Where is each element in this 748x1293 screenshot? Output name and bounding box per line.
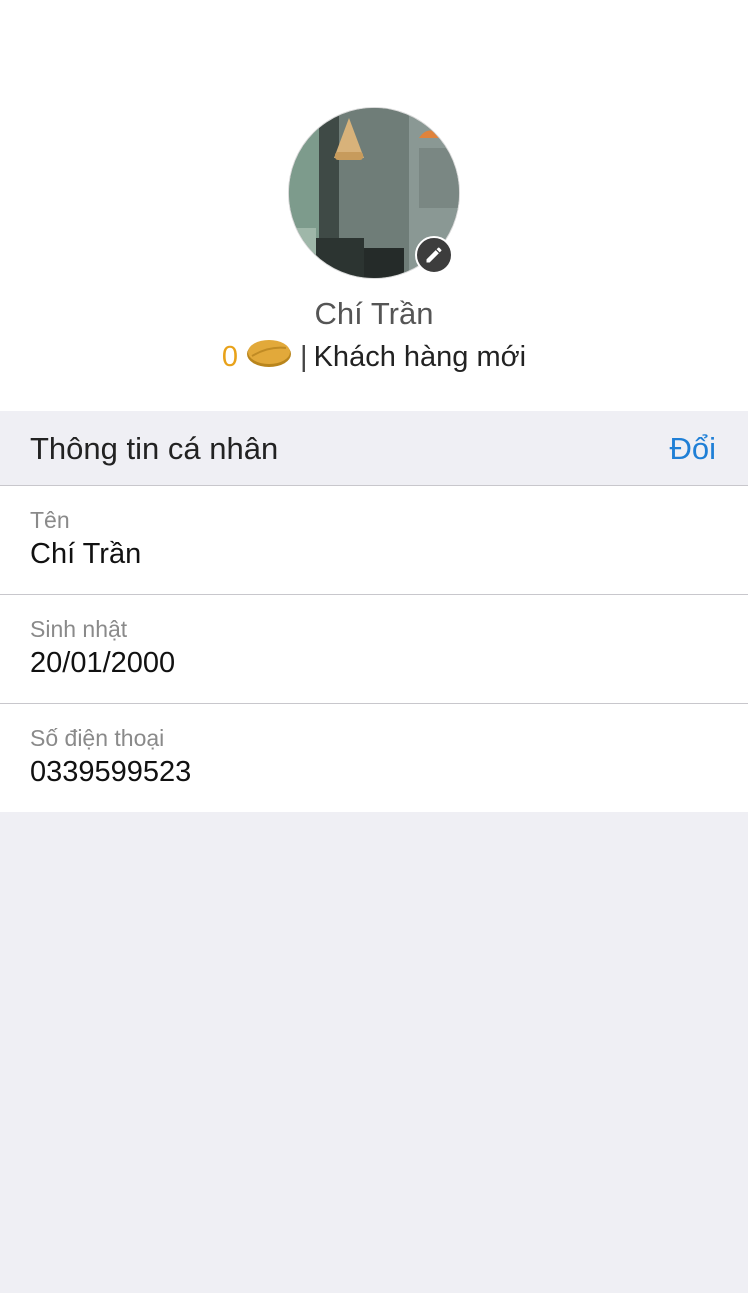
edit-avatar-button[interactable] xyxy=(415,236,453,274)
phone-row: Số điện thoại 0339599523 xyxy=(0,704,748,812)
profile-header: Chí Trần 0 | Khách hàng mới xyxy=(0,0,748,411)
change-button[interactable]: Đổi xyxy=(669,431,716,467)
birthday-label: Sinh nhật xyxy=(30,616,128,642)
personal-info-list: Tên Chí Trần Sinh nhật 20/01/2000 Số điệ… xyxy=(0,486,748,812)
points-value: 0 xyxy=(221,340,239,373)
birthday-row: Sinh nhật 20/01/2000 xyxy=(0,595,748,704)
name-label: Tên xyxy=(30,507,70,533)
name-row: Tên Chí Trần xyxy=(0,486,748,595)
user-name: Chí Trần xyxy=(314,296,434,331)
avatar-container xyxy=(288,107,460,279)
section-title: Thông tin cá nhân xyxy=(30,431,279,466)
pencil-icon xyxy=(426,247,442,263)
phone-value: 0339599523 xyxy=(30,756,192,788)
separator: | xyxy=(300,340,308,373)
membership-row: 0 | Khách hàng mới xyxy=(0,338,748,376)
name-value: Chí Trần xyxy=(30,538,142,570)
birthday-value: 20/01/2000 xyxy=(30,647,176,679)
phone-label: Số điện thoại xyxy=(30,725,165,751)
personal-info-header: Thông tin cá nhân Đổi xyxy=(0,411,748,486)
membership-status: Khách hàng mới xyxy=(313,340,527,373)
coin-icon xyxy=(246,338,292,376)
